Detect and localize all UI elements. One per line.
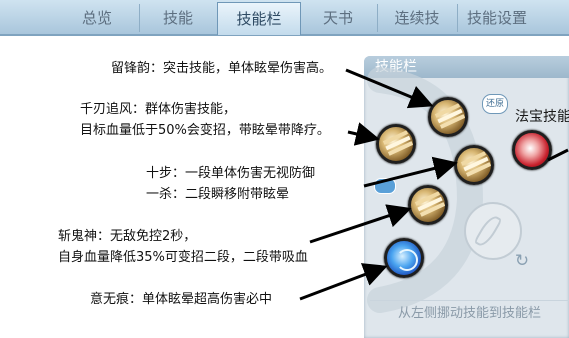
arrow-shibu: [363, 156, 458, 188]
arrow-liufengyun: [345, 68, 434, 109]
panel-hint: 从左侧挪动技能到技能栏: [370, 300, 569, 327]
arrow-zhanguishen: [309, 204, 412, 244]
annotation-arrows: [299, 68, 569, 301]
arrow-fabao: [547, 148, 569, 162]
arrow-qianren: [347, 122, 380, 146]
arrow-yiwuhen: [299, 263, 388, 301]
